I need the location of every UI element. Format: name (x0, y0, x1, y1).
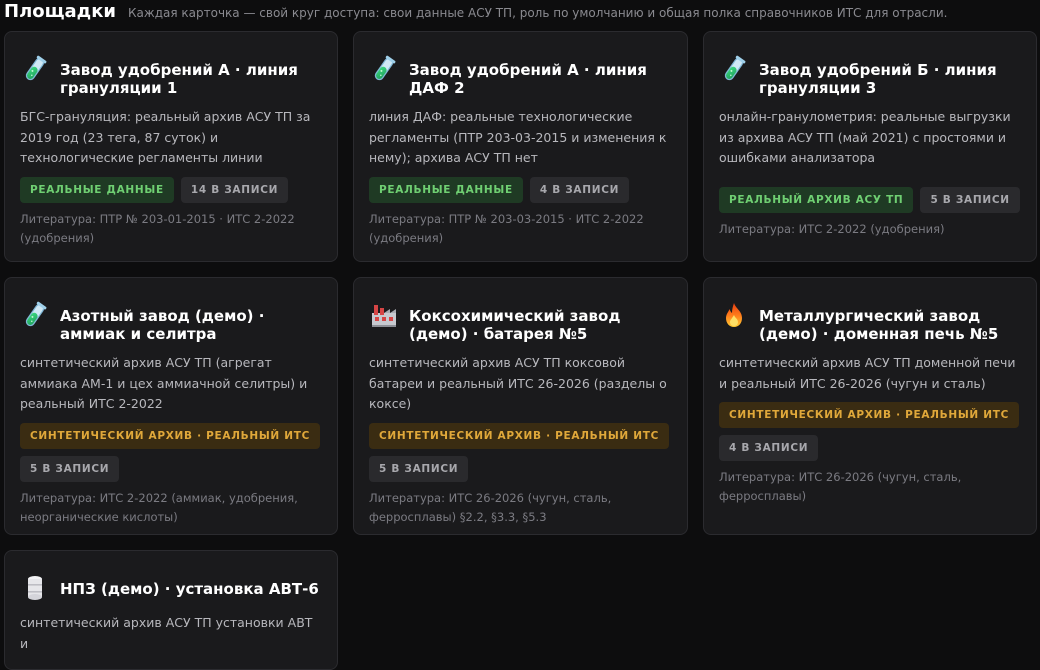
fire-icon (719, 300, 749, 330)
card-header: Металлургический завод (демо) · доменная… (719, 298, 1021, 343)
site-card[interactable]: НПЗ (демо) · установка АВТ-6 синтетически… (4, 550, 338, 670)
card-literature: Литература: ИТС 26-2026 (чугун, сталь, ф… (719, 470, 962, 503)
site-card[interactable]: Металлургический завод (демо) · доменная… (703, 277, 1037, 535)
card-description: онлайн-гранулометрия: реальные выгрузки … (719, 109, 1011, 165)
status-badge: 14 В ЗАПИСИ (180, 176, 289, 203)
test-tube-icon (369, 54, 399, 84)
card-literature: Литература: ПТР № 203-01-2015 · ИТС 2-20… (20, 211, 295, 245)
site-card[interactable]: Завод удобрений А · линия ДАФ 2 линия ДАФ… (353, 31, 688, 262)
card-title: Завод удобрений Б · линия грануляции 3 (759, 61, 997, 97)
card-header: НПЗ (демо) · установка АВТ-6 (20, 571, 322, 603)
card-title: Коксохимический завод (демо) · батарея №… (409, 307, 621, 343)
test-tube-icon (20, 54, 50, 84)
status-badge: 5 В ЗАПИСИ (20, 455, 120, 482)
card-literature: Литература: ПТР № 203-03-2015 · ИТС 2-20… (369, 211, 644, 245)
card-badges: РЕАЛЬНЫЙ АРХИВ АСУ ТП 5 В ЗАПИСИ (719, 186, 1021, 213)
card-header: Завод удобрений А · линия грануляции 1 (20, 52, 322, 97)
card-title: НПЗ (демо) · установка АВТ-6 (60, 580, 319, 598)
card-badges: РЕАЛЬНЫЕ ДАННЫЕ 4 В ЗАПИСИ (369, 176, 672, 203)
site-card[interactable]: Завод удобрений Б · линия грануляции 3 он… (703, 31, 1037, 262)
card-description: синтетический архив АСУ ТП доменной печи… (719, 355, 1016, 391)
card-description: синтетический архив АСУ ТП коксовой бата… (369, 355, 667, 411)
oil-drum-icon (20, 573, 50, 603)
card-description: синтетический архив АСУ ТП установки АВТ… (20, 615, 313, 651)
site-card[interactable]: Коксохимический завод (демо) · батарея №… (353, 277, 688, 535)
card-description: линия ДАФ: реальные технологические регл… (369, 109, 667, 165)
status-badge: 4 В ЗАПИСИ (529, 176, 630, 203)
status-badge: РЕАЛЬНЫЕ ДАННЫЕ (369, 176, 523, 203)
test-tube-icon (20, 300, 50, 330)
card-header: Коксохимический завод (демо) · батарея №… (369, 298, 672, 343)
card-description: БГС-грануляция: реальный архив АСУ ТП за… (20, 109, 311, 165)
test-tube-icon (719, 54, 749, 84)
status-badge: 5 В ЗАПИСИ (369, 455, 469, 482)
card-literature: Литература: ИТС 2-2022 (удобрения) (719, 221, 945, 236)
card-badges: СИНТЕТИЧЕСКИЙ АРХИВ · РЕАЛЬНЫЙ ИТС 4 В ЗА… (719, 402, 1021, 461)
card-badges: СИНТЕТИЧЕСКИЙ АРХИВ · РЕАЛЬНЫЙ ИТС 5 В ЗА… (369, 422, 672, 482)
status-badge: СИНТЕТИЧЕСКИЙ АРХИВ · РЕАЛЬНЫЙ ИТС (369, 422, 670, 449)
card-header: Завод удобрений А · линия ДАФ 2 (369, 52, 672, 97)
card-header: Завод удобрений Б · линия грануляции 3 (719, 52, 1021, 97)
site-card[interactable]: Азотный завод (демо) · аммиак и селитра с… (4, 277, 338, 535)
status-badge: СИНТЕТИЧЕСКИЙ АРХИВ · РЕАЛЬНЫЙ ИТС (719, 402, 1020, 428)
status-badge: СИНТЕТИЧЕСКИЙ АРХИВ · РЕАЛЬНЫЙ ИТС (20, 422, 321, 449)
sites-grid: Завод удобрений А · линия грануляции 1 БГ… (4, 31, 1037, 670)
card-badges: СИНТЕТИЧЕСКИЙ АРХИВ · РЕАЛЬНЫЙ ИТС 5 В ЗА… (20, 422, 322, 482)
page-title: Площадки (4, 1, 117, 22)
factory-icon (369, 300, 399, 330)
card-literature: Литература: ИТС 2-2022 (аммиак, удобрени… (20, 490, 298, 524)
card-badges: РЕАЛЬНЫЕ ДАННЫЕ 14 В ЗАПИСИ (20, 176, 322, 203)
status-badge: РЕАЛЬНЫЕ ДАННЫЕ (20, 176, 174, 203)
card-title: Завод удобрений А · линия ДАФ 2 (409, 61, 647, 97)
page-header: Площадки Каждая карточка — свой круг дос… (4, 0, 947, 26)
card-title: Азотный завод (демо) · аммиак и селитра (60, 307, 265, 343)
status-badge: 5 В ЗАПИСИ (920, 186, 1020, 213)
site-card[interactable]: Завод удобрений А · линия грануляции 1 БГ… (4, 31, 338, 262)
card-header: Азотный завод (демо) · аммиак и селитра (20, 298, 322, 343)
status-badge: 4 В ЗАПИСИ (719, 435, 819, 461)
card-literature: Литература: ИТС 26-2026 (чугун, сталь, ф… (369, 490, 612, 524)
card-description: синтетический архив АСУ ТП (агрегат амми… (20, 355, 308, 411)
status-badge: РЕАЛЬНЫЙ АРХИВ АСУ ТП (719, 186, 914, 213)
page-subtitle: Каждая карточка — свой круг доступа: сво… (128, 6, 948, 20)
card-title: Завод удобрений А · линия грануляции 1 (60, 61, 298, 97)
card-title: Металлургический завод (демо) · доменная… (759, 307, 999, 343)
